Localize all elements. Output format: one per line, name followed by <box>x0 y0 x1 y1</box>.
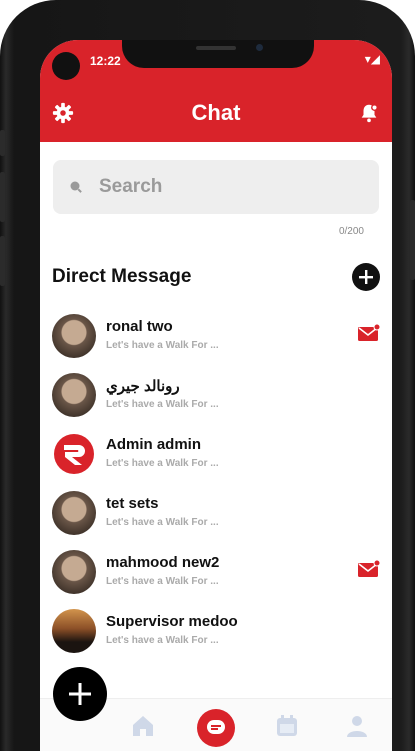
contact-name: tet sets <box>106 495 159 512</box>
brand-logo-icon <box>54 434 94 474</box>
contact-name: Supervisor medoo <box>106 613 238 630</box>
new-message-button[interactable] <box>352 263 380 291</box>
message-preview: Let's have a Walk For ... <box>106 458 219 469</box>
camera-cutout <box>52 52 80 80</box>
add-button[interactable] <box>53 667 107 721</box>
conversation-item[interactable]: tet sets Let's have a Walk For ... <box>40 487 392 546</box>
direct-message-header: Direct Message <box>52 262 380 292</box>
message-preview: Let's have a Walk For ... <box>106 517 219 528</box>
volume-down-button <box>0 236 5 286</box>
profile-icon[interactable] <box>344 713 370 739</box>
search-input[interactable]: Search <box>99 176 162 198</box>
mute-switch <box>0 130 5 156</box>
conversation-item[interactable]: رونالد جيري Let's have a Walk For ... <box>40 369 392 428</box>
search-char-counter: 0/200 <box>338 226 364 237</box>
conversation-item[interactable]: mahmood new2 Let's have a Walk For ... <box>40 546 392 605</box>
conversation-list: ronal two Let's have a Walk For ... رونا… <box>40 310 392 664</box>
mail-icon <box>358 324 380 341</box>
contact-name: Admin admin <box>106 436 202 453</box>
contact-name: رونالد جيري <box>106 378 180 395</box>
message-preview: Let's have a Walk For ... <box>106 576 219 587</box>
section-title: Direct Message <box>52 266 192 287</box>
avatar <box>52 432 96 476</box>
message-preview: Let's have a Walk For ... <box>106 340 219 351</box>
avatar <box>52 550 96 594</box>
contact-name: mahmood new2 <box>106 554 220 571</box>
bell-icon[interactable] <box>358 102 380 124</box>
message-preview: Let's have a Walk For ... <box>106 635 219 646</box>
conversation-item[interactable]: ronal two Let's have a Walk For ... <box>40 310 392 369</box>
conversation-item[interactable]: Admin admin Let's have a Walk For ... <box>40 428 392 487</box>
volume-up-button <box>0 172 5 222</box>
conversation-item[interactable]: Supervisor medoo Let's have a Walk For .… <box>40 605 392 664</box>
app-bar: Chat <box>40 84 392 142</box>
chat-tab[interactable] <box>197 709 235 747</box>
search-icon <box>70 181 82 193</box>
search-bar[interactable]: Search <box>53 160 379 214</box>
notch <box>122 40 314 68</box>
plus-icon <box>69 683 91 705</box>
status-icons: ▾◢ <box>364 52 380 66</box>
message-preview: Let's have a Walk For ... <box>106 399 219 410</box>
avatar <box>52 314 96 358</box>
gear-icon[interactable] <box>52 102 74 124</box>
page-title: Chat <box>191 100 241 125</box>
plus-icon <box>359 270 373 284</box>
speaker <box>196 46 236 50</box>
avatar <box>52 491 96 535</box>
contact-name: ronal two <box>106 318 173 335</box>
mail-icon <box>358 560 380 577</box>
avatar <box>52 609 96 653</box>
home-icon[interactable] <box>130 713 156 739</box>
power-button <box>410 200 415 280</box>
front-camera <box>256 44 263 51</box>
calendar-icon[interactable] <box>274 713 300 739</box>
chat-icon <box>207 720 225 734</box>
phone-screen: 12:22 ▾◢ Chat Search 0/200 Direct Messag… <box>40 40 392 751</box>
avatar <box>52 373 96 417</box>
status-time: 12:22 <box>90 54 121 68</box>
